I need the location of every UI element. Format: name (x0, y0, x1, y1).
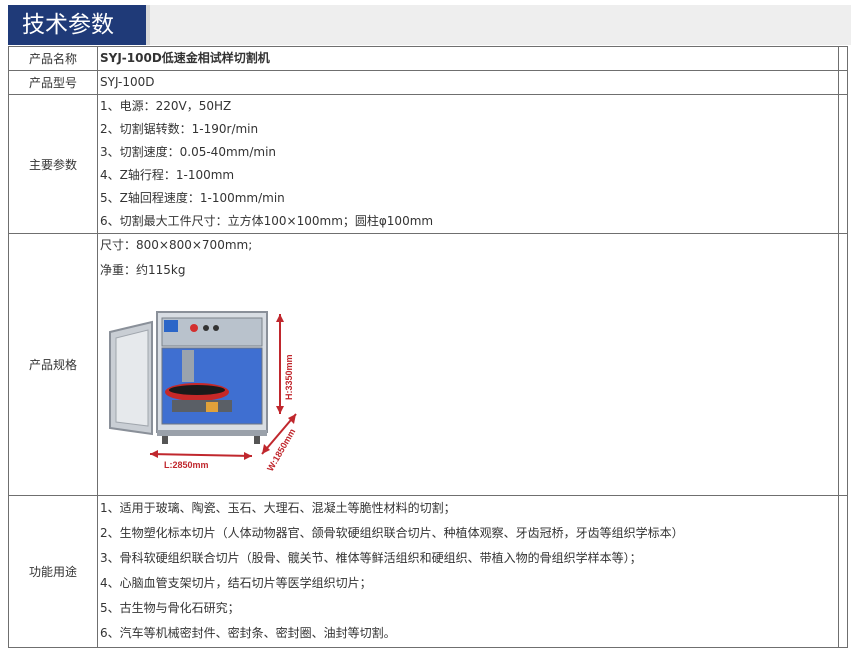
dim-height-label: H:3350mm (284, 354, 294, 400)
table-row-product-model: 产品型号 SYJ-100D (8, 70, 848, 95)
table-row-function-use: 功能用途 1、适用于玻璃、陶瓷、玉石、大理石、混凝土等脆性材料的切割； 2、生物… (8, 495, 848, 648)
value-product-model: SYJ-100D (97, 70, 839, 95)
use-line: 1、适用于玻璃、陶瓷、玉石、大理石、混凝土等脆性材料的切割； (100, 501, 456, 515)
spec-weight: 净重：约115kg (100, 263, 186, 277)
section-title: 技术参数 (8, 5, 146, 45)
use-line: 6、汽车等机械密封件、密封条、密封圈、油封等切割。 (100, 626, 396, 640)
label-product-name: 产品名称 (8, 46, 98, 71)
machine-image: L:2850mm W:1850mm H:3350mm (102, 304, 302, 474)
label-product-spec: 产品规格 (8, 233, 98, 496)
spec-table: 产品名称 SYJ-100D低速金相试样切割机 产品型号 SYJ-100D 主要参… (8, 46, 848, 648)
value-product-spec: 尺寸：800×800×700mm; 净重：约115kg L:2850mm W:1… (97, 233, 839, 496)
header-tab-edge (146, 5, 150, 45)
use-line: 3、骨科软硬组织联合切片（股骨、髋关节、椎体等鲜活组织和硬组织、带植入物的骨组织… (100, 551, 642, 565)
value-product-name: SYJ-100D低速金相试样切割机 (97, 46, 839, 71)
value-main-params: 1、电源：220V，50HZ 2、切割锯转数：1-190r/min 3、切割速度… (97, 94, 839, 234)
label-function-use: 功能用途 (8, 495, 98, 648)
param-line: 3、切割速度：0.05-40mm/min (100, 145, 277, 159)
table-row-product-spec: 产品规格 尺寸：800×800×700mm; 净重：约115kg L:2850m… (8, 233, 848, 496)
table-row-main-params: 主要参数 1、电源：220V，50HZ 2、切割锯转数：1-190r/min 3… (8, 94, 848, 234)
param-line: 2、切割锯转数：1-190r/min (100, 122, 259, 136)
label-main-params: 主要参数 (8, 94, 98, 234)
param-line: 4、Z轴行程：1-100mm (100, 168, 235, 182)
dim-length-label: L:2850mm (164, 460, 209, 470)
right-strip (838, 94, 848, 234)
right-strip (838, 495, 848, 648)
right-strip (838, 233, 848, 496)
machine-illustration: L:2850mm W:1850mm H:3350mm (109, 311, 297, 473)
param-line: 5、Z轴回程速度：1-100mm/min (100, 191, 285, 205)
param-line: 6、切割最大工件尺寸：立方体100×100mm；圆柱φ100mm (100, 214, 434, 228)
param-line: 1、电源：220V，50HZ (100, 99, 232, 113)
table-row-product-name: 产品名称 SYJ-100D低速金相试样切割机 (8, 46, 848, 71)
use-line: 4、心脑血管支架切片，结石切片等医学组织切片； (100, 576, 372, 590)
use-line: 2、生物塑化标本切片（人体动物器官、颌骨软硬组织联合切片、种植体观察、牙齿冠桥，… (100, 526, 684, 540)
right-strip (838, 70, 848, 95)
spec-size: 尺寸：800×800×700mm; (100, 238, 253, 252)
use-line: 5、古生物与骨化石研究； (100, 601, 240, 615)
label-product-model: 产品型号 (8, 70, 98, 95)
right-strip (838, 46, 848, 71)
value-function-use: 1、适用于玻璃、陶瓷、玉石、大理石、混凝土等脆性材料的切割； 2、生物塑化标本切… (97, 495, 839, 648)
